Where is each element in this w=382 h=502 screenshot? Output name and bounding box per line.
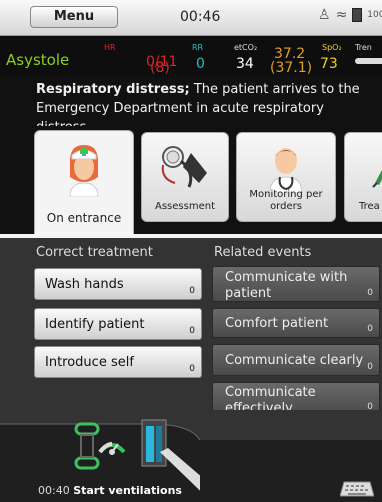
rr-value: 0: [196, 56, 205, 72]
rhythm-label: Asystole: [6, 51, 70, 69]
button-count: 0: [367, 288, 373, 298]
comfort-patient-button[interactable]: Comfort patient 0: [212, 308, 380, 338]
identify-patient-button[interactable]: Identify patient 0: [34, 308, 202, 340]
gauge-icon: [98, 442, 126, 455]
trend-toggle[interactable]: [355, 58, 382, 64]
battery-icon: [352, 8, 363, 22]
button-label: Identify patient: [45, 317, 145, 332]
tab-label: On entrance: [46, 211, 122, 225]
scenario-clock: 00:46: [180, 9, 221, 25]
wifi-icon: ≈: [335, 7, 348, 23]
tab-label: Assessment: [155, 201, 215, 212]
correct-treatment-heading: Correct treatment: [36, 245, 153, 260]
button-count: 0: [367, 362, 373, 372]
nurse-icon: [69, 145, 99, 197]
button-label: Communicate with patient: [225, 270, 348, 301]
button-label: Wash hands: [45, 277, 124, 292]
tab-monitoring[interactable]: Monitoring per orders: [236, 132, 336, 222]
tab-label: Monitoring per orders: [249, 189, 323, 212]
button-count: 0: [189, 286, 195, 296]
keyboard-icon[interactable]: [340, 480, 374, 498]
tab-assessment[interactable]: Assessment: [141, 132, 229, 222]
vitals-bar: Asystole HR 0/11 (8) RR 0 etCO₂ 34 37.2 …: [0, 36, 382, 76]
top-bar: Menu 00:46 ♙ ≈ 100: [0, 0, 382, 36]
last-action-time: 00:40: [38, 484, 70, 497]
communicate-with-patient-button[interactable]: Communicate with patient 0: [212, 266, 380, 302]
wash-hands-button[interactable]: Wash hands 0: [34, 268, 202, 300]
temp-sub-value: (37.1): [270, 60, 313, 76]
tab-on-entrance[interactable]: On entrance: [34, 130, 134, 234]
trend-label[interactable]: Tren: [355, 43, 372, 52]
button-label: Introduce self: [45, 355, 134, 370]
oxygen-mask-icon: [74, 422, 100, 470]
communicate-clearly-button[interactable]: Communicate clearly 0: [212, 344, 380, 376]
status-icons: ♙ ≈ 100: [318, 7, 382, 23]
syringe-icon: [372, 170, 382, 188]
button-count: 0: [189, 326, 195, 336]
doctor-icon: [269, 148, 303, 193]
last-action: 00:40 Start ventilations: [38, 484, 182, 497]
hr-label: HR: [104, 43, 116, 52]
panel-top-strip: [0, 234, 382, 238]
spo2-value: 73: [320, 56, 338, 72]
scenario-description: Respiratory distress; The patient arrive…: [0, 76, 382, 135]
button-count: 0: [367, 324, 373, 334]
last-action-label: Start ventilations: [73, 484, 182, 497]
iv-bag-icon: [141, 419, 167, 467]
etco2-label: etCO₂: [234, 43, 258, 52]
tab-treatment[interactable]: Trea: [344, 132, 382, 222]
button-label: Communicate clearly: [225, 353, 364, 368]
etco2-value: 34: [236, 56, 254, 72]
rr-label: RR: [192, 43, 204, 52]
scenario-title: Respiratory distress;: [36, 82, 190, 97]
spo2-label: SpO₂: [322, 43, 342, 52]
button-count: 0: [189, 364, 195, 374]
tab-label: Trea: [359, 201, 380, 212]
person-icon: ♙: [318, 7, 331, 23]
hr-sub-value: (8): [150, 60, 170, 76]
related-events-heading: Related events: [214, 245, 312, 260]
stethoscope-icon: [161, 146, 207, 188]
introduce-self-button[interactable]: Introduce self 0: [34, 346, 202, 378]
button-label: Comfort patient: [225, 316, 329, 331]
menu-button[interactable]: Menu: [30, 6, 118, 28]
battery-level: 100: [367, 10, 382, 20]
